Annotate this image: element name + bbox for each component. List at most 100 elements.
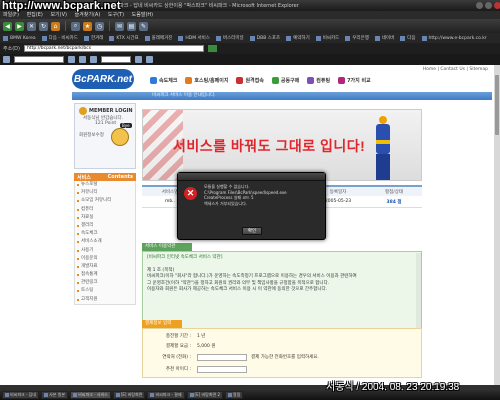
payment-box: 충전할 기간 :1 년 결제할 요금 :5,000 원 연락처 (전화) : 결…	[142, 328, 422, 378]
terms-line: 이용자와 회원은 회사가 제공하는 속도체크 서비스 이용 시 이 약관에 동의…	[147, 287, 328, 292]
sidebar-item[interactable]: 소모임 커뮤니티	[75, 197, 135, 205]
print-icon[interactable]: ▤	[127, 21, 136, 31]
menu-tools[interactable]: 도구(T)	[108, 12, 124, 18]
edit-profile-link[interactable]: 회원정보수정	[79, 132, 104, 138]
link-item[interactable]: 다음	[400, 35, 416, 41]
toolbar-search-input[interactable]	[14, 56, 64, 63]
terms-scrollbar[interactable]	[416, 253, 421, 335]
login-box: MEMBER LOGIN 서동식님 반갑습니다. 121 Point 회원정보수…	[74, 103, 136, 169]
menu-view[interactable]: 보기(V)	[50, 12, 67, 18]
sidebar-item[interactable]: 토스팅	[75, 287, 135, 295]
refresh-icon[interactable]: ↻	[39, 21, 48, 31]
menu-bar: 파일(F) 편집(E) 보기(V) 즐겨찾기(A) 도구(T) 도움말(H)	[0, 11, 500, 19]
link-item[interactable]: 우리은행	[345, 35, 369, 41]
back-icon[interactable]: ◀	[3, 21, 12, 31]
link-item[interactable]: KTX 시간표	[109, 35, 139, 41]
menu-favorites[interactable]: 즐겨찾기(A)	[75, 12, 101, 18]
referrer-id-input[interactable]	[197, 365, 247, 373]
link-item[interactable]: http://www.e-bcpark.co.kr	[421, 35, 487, 41]
sidebar-item[interactable]: 속도체크	[75, 230, 135, 238]
sidebar-item[interactable]: 사용기	[75, 247, 135, 255]
toolbar-icon[interactable]	[79, 56, 86, 63]
go-button[interactable]	[207, 45, 217, 52]
favorites-icon[interactable]: ★	[83, 21, 92, 31]
toolbar-icon[interactable]	[68, 56, 75, 63]
scrollbar-thumb[interactable]	[495, 75, 499, 135]
home-icon[interactable]: ⌂	[51, 21, 60, 31]
link-item[interactable]: 예약하기	[286, 35, 310, 41]
nav-groupbuy[interactable]: 공동구매	[271, 77, 299, 84]
taskbar-item[interactable]: 사본 원본	[41, 391, 69, 399]
watermark-bottom: 서동식 / 2004. 08. 23 20:19:38	[326, 382, 460, 393]
service-terms-box[interactable]: [비씨파크 인터넷 속도체크 서비스 약관] 제 1 조 (목적) 비씨파크(이…	[142, 251, 422, 337]
menu-file[interactable]: 파일(F)	[3, 12, 19, 18]
toolbar-icon[interactable]	[3, 56, 10, 63]
taskbar-item[interactable]: 알림	[225, 391, 244, 399]
link-item[interactable]: 비씨카드	[315, 35, 339, 41]
link-item[interactable]: 네이버	[374, 35, 394, 41]
banner-figure	[368, 116, 398, 180]
nav-hosting[interactable]: 호스팅/홈페이지	[185, 77, 228, 84]
sidebar-item[interactable]: 고객지원	[75, 296, 135, 304]
error-dialog: ✕ 모듈을 실행할 수 없습니다. C:\Program Files\BcPar…	[177, 172, 326, 240]
sidebar-item[interactable]: 이용문의	[75, 255, 135, 263]
nav-speedcheck[interactable]: 속도체크	[150, 77, 177, 84]
sidebar-item[interactable]: 접속통계	[75, 271, 135, 279]
taskbar-item[interactable]: 비씨파크 - 결제	[147, 391, 185, 399]
forward-icon[interactable]: ▶	[15, 21, 24, 31]
link-item[interactable]: 버스터미널	[215, 35, 244, 41]
sidebar-item[interactable]: 자료실	[75, 214, 135, 222]
sidebar-item[interactable]: 뉴스포털	[75, 181, 135, 189]
link-item[interactable]: HDM 서비스	[178, 35, 210, 41]
toolbar-search-input[interactable]	[101, 56, 131, 63]
edit-icon[interactable]: ✎	[139, 21, 148, 31]
minimize-button[interactable]	[476, 2, 483, 9]
search-icon[interactable]: ⌕	[71, 21, 80, 31]
link-item[interactable]: 다음 - 비씨카드	[41, 35, 78, 41]
nav-remote[interactable]: 원격접속	[236, 77, 264, 84]
page-scrollbar[interactable]	[494, 65, 500, 385]
close-button[interactable]	[494, 2, 500, 9]
stop-icon[interactable]: ✕	[27, 21, 36, 31]
sidebar-item[interactable]: 개발자료	[75, 263, 135, 271]
toolbar-icon[interactable]	[90, 56, 97, 63]
sidebar-item[interactable]: 서비스소개	[75, 238, 135, 246]
sidebar-item[interactable]: 커뮤니티	[75, 189, 135, 197]
ok-button[interactable]: 확인	[242, 227, 262, 235]
maximize-button[interactable]	[485, 2, 492, 9]
taskbar-item[interactable]: 비씨파크 - 답내	[2, 391, 40, 399]
link-item[interactable]: DBB 스포츠	[249, 35, 280, 41]
links-bar: BMW Korea 다음 - 비씨카드 한겨레 KTX 시간표 올레매거진 HD…	[0, 33, 500, 43]
error-icon: ✕	[184, 187, 197, 200]
link-item[interactable]: BMW Korea	[3, 35, 36, 41]
menu-help[interactable]: 도움말(H)	[132, 12, 153, 18]
payment-row: 추천 아이디 :	[147, 364, 251, 374]
member-icon	[79, 107, 87, 115]
sidebar-item[interactable]: 갤러리	[75, 222, 135, 230]
taskbar-item[interactable]: 비씨파크 - 서비스	[70, 391, 111, 399]
payment-row: 연락처 (전화) : 결제 가능한 전화번호를 입력하세요.	[162, 353, 319, 361]
phone-input[interactable]	[197, 353, 247, 361]
toolbar-divider	[65, 21, 66, 31]
nav-computing[interactable]: 컴퓨팅	[307, 77, 330, 84]
terms-title: [비씨파크 인터넷 속도체크 서비스 약관]	[147, 255, 223, 260]
top-links[interactable]: Home | Contact Us | Sitemap	[423, 67, 488, 72]
promo-banner: 서비스를 바꿔도 그대로 입니다!	[142, 109, 422, 181]
address-input[interactable]: http://bcpark.net/bcpark/bcs	[23, 45, 204, 52]
site-logo[interactable]: BcPARK.net	[72, 69, 134, 89]
link-item[interactable]: 올레매거진	[144, 35, 172, 41]
taskbar-item[interactable]: [E] 바탕화면	[112, 391, 146, 399]
toolbar-icon[interactable]	[135, 56, 142, 63]
taskbar-item[interactable]: [E] 바탕화면 2	[186, 391, 224, 399]
sidebar-item[interactable]: 컴퓨터	[75, 206, 135, 214]
history-icon[interactable]: ◷	[95, 21, 104, 31]
watermark-top: http://www.bcpark.net	[2, 0, 121, 12]
dialog-message: 모듈을 실행할 수 없습니다. C:\Program Files\BcPark\…	[204, 184, 287, 206]
link-item[interactable]: 한겨레	[83, 35, 103, 41]
dialog-titlebar[interactable]	[178, 173, 325, 181]
nav-compare[interactable]: 7가지 비교	[338, 77, 371, 84]
toolbar-icon[interactable]	[146, 56, 153, 63]
sidebar-item[interactable]: 관련링크	[75, 279, 135, 287]
menu-edit[interactable]: 편집(E)	[27, 12, 43, 18]
mail-icon[interactable]: ✉	[115, 21, 124, 31]
